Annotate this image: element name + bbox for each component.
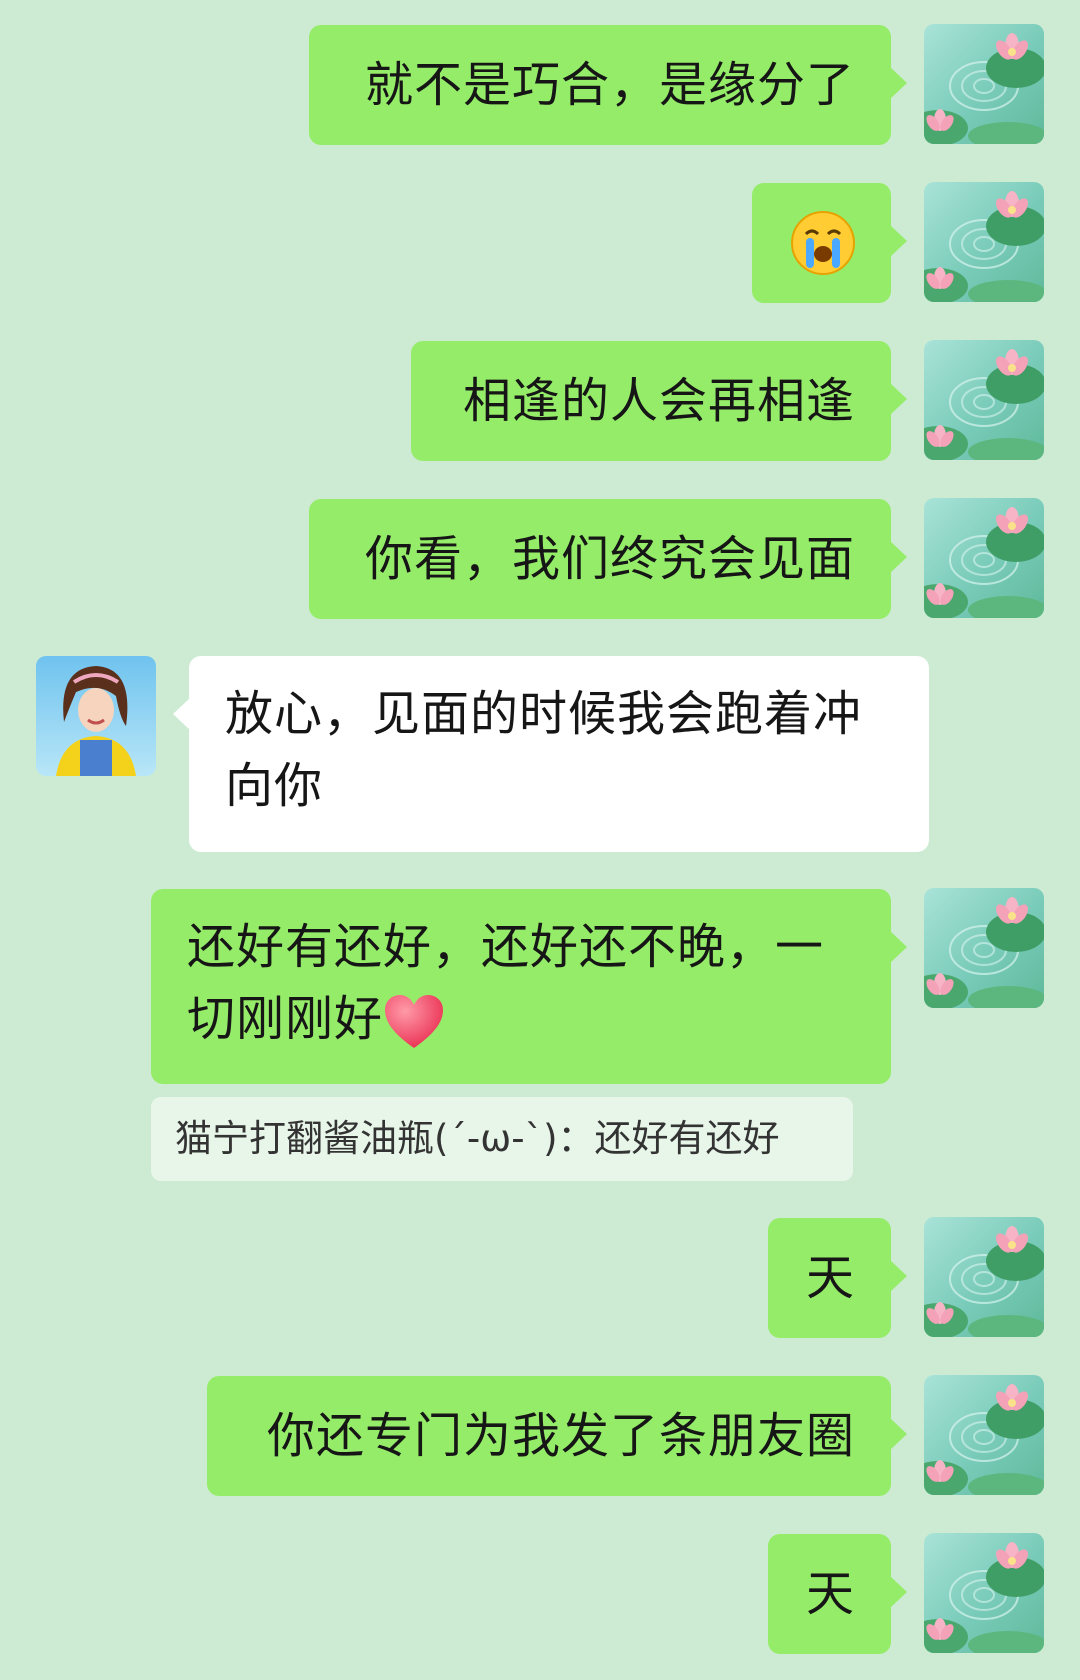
lotus-avatar-image (924, 1217, 1044, 1337)
lotus-avatar-image (924, 888, 1044, 1008)
message-text: 天 (805, 1566, 855, 1622)
message-text: 天 (805, 1250, 855, 1306)
self-avatar[interactable] (924, 24, 1044, 144)
message-bubble-outgoing[interactable] (752, 183, 907, 303)
lotus-avatar-image (924, 1375, 1044, 1495)
lotus-avatar-image (924, 498, 1044, 618)
crying-face-emoji-icon (791, 211, 855, 275)
message-bubble-outgoing[interactable]: 天 (768, 1534, 907, 1654)
self-avatar[interactable] (924, 498, 1044, 618)
message-bubble-outgoing[interactable]: 你看，我们终究会见面 (309, 499, 907, 619)
message-text: 就不是巧合，是缘分了 (364, 57, 855, 113)
lotus-avatar-image (924, 1533, 1044, 1653)
message-text-line: 向你 (225, 758, 324, 814)
message-bubble-outgoing[interactable]: 还好有还好，还好还不晚，一 切刚刚好 (151, 889, 907, 1084)
self-avatar[interactable] (924, 340, 1044, 460)
message-text: 你看，我们终究会见面 (364, 531, 855, 587)
message-bubble-incoming[interactable]: 放心，见面的时候我会跑着冲 向你 (173, 656, 929, 852)
lotus-avatar-image (924, 182, 1044, 302)
self-avatar[interactable] (924, 1533, 1044, 1653)
red-heart-emoji-icon (385, 995, 444, 1048)
self-avatar[interactable] (924, 182, 1044, 302)
message-text-line: 还好有还好，还好还不晚，一 (187, 919, 825, 975)
message-text-line: 切刚刚好 (187, 991, 384, 1047)
message-bubble-outgoing[interactable]: 相逢的人会再相逢 (411, 341, 907, 461)
self-avatar[interactable] (924, 888, 1044, 1008)
message-text: 相逢的人会再相逢 (462, 373, 855, 429)
message-text: 你还专门为我发了条朋友圈 (266, 1408, 855, 1464)
lotus-avatar-image (924, 24, 1044, 144)
self-avatar[interactable] (924, 1375, 1044, 1495)
girl-photo-avatar-image (36, 656, 156, 776)
contact-avatar[interactable] (36, 656, 156, 776)
message-bubble-outgoing[interactable]: 就不是巧合，是缘分了 (309, 25, 907, 145)
quoted-message[interactable]: 猫宁打翻酱油瓶(´-ω-`)：还好有还好 (151, 1097, 853, 1181)
message-bubble-outgoing[interactable]: 你还专门为我发了条朋友圈 (207, 1376, 907, 1496)
quoted-message-text: 猫宁打翻酱油瓶(´-ω-`)：还好有还好 (175, 1117, 780, 1160)
self-avatar[interactable] (924, 1217, 1044, 1337)
message-text-line: 放心，见面的时候我会跑着冲 (225, 686, 863, 742)
lotus-avatar-image (924, 340, 1044, 460)
message-bubble-outgoing[interactable]: 天 (768, 1218, 907, 1338)
